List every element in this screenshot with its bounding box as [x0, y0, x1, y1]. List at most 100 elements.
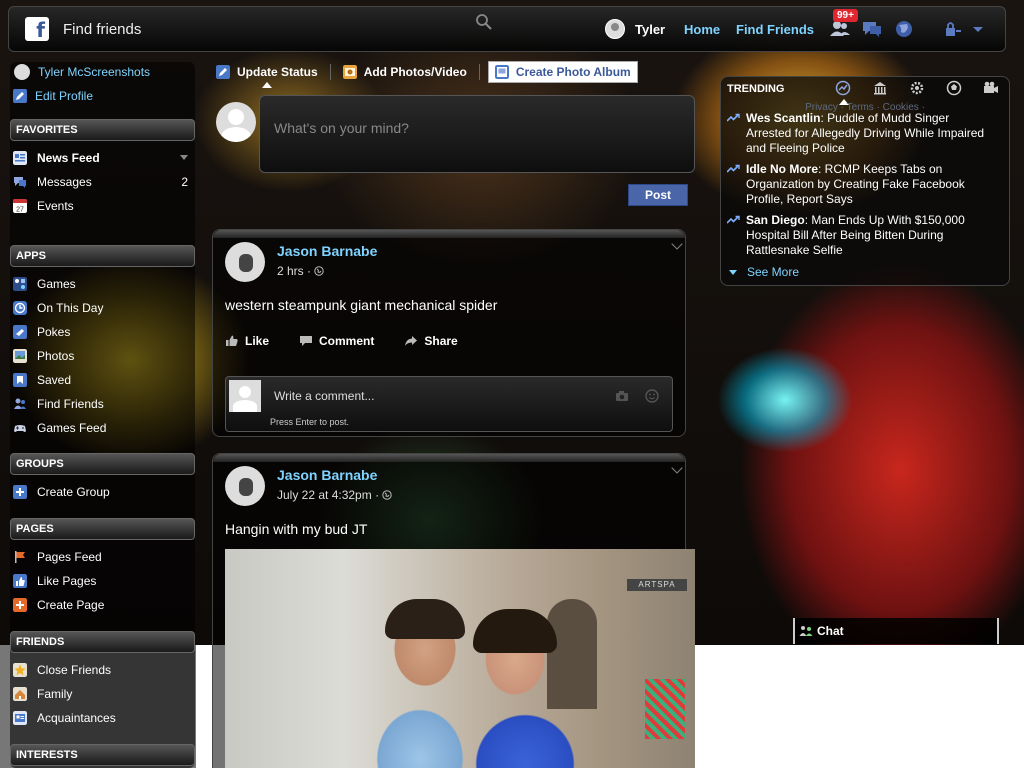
globe-icon — [314, 266, 325, 276]
emoji-icon[interactable] — [645, 389, 659, 403]
like-button[interactable]: Like — [225, 334, 269, 348]
pages-section-header: PAGES — [10, 518, 195, 540]
post-author[interactable]: Jason Barnabe — [277, 243, 377, 259]
sidebar-item-on-this-day[interactable]: On This Day — [10, 299, 195, 317]
sidebar-item-family[interactable]: Family — [10, 685, 195, 703]
feed-post: Jason Barnabe July 22 at 4:32pm · Hangin… — [212, 453, 695, 768]
sidebar-item-find-friends[interactable]: Find Friends — [10, 395, 195, 413]
pencil-icon — [13, 89, 27, 103]
chat-label: Chat — [817, 624, 844, 638]
sidebar-item-pokes[interactable]: Pokes — [10, 323, 195, 341]
search-icon[interactable] — [475, 13, 493, 31]
globe-icon[interactable] — [893, 19, 915, 39]
photo-storefront-sign: ARTSPA — [627, 579, 687, 591]
politics-icon[interactable] — [872, 80, 888, 96]
entertainment-camera-icon[interactable] — [983, 80, 999, 96]
notifications-badge: 99+ — [833, 9, 858, 22]
trending-item[interactable]: Wes Scantlin: Puddle of Mudd Singer Arre… — [727, 111, 987, 156]
profile-link[interactable]: Tyler McScreenshots — [10, 62, 195, 82]
sidebar-item-label: Like Pages — [37, 574, 97, 588]
commenter-avatar — [229, 380, 261, 412]
tab-divider — [329, 64, 331, 80]
trending-item[interactable]: San Diego: Man Ends Up With $150,000 Hos… — [727, 213, 987, 258]
tab-add-photos-video[interactable]: Add Photos/Video — [339, 61, 471, 83]
pencil-icon — [216, 65, 230, 79]
author-avatar[interactable] — [225, 466, 265, 506]
user-profile-link[interactable]: Tyler — [605, 19, 665, 39]
sidebar-item-photos[interactable]: Photos — [10, 347, 195, 365]
messages-icon[interactable] — [861, 19, 883, 39]
search-input[interactable] — [63, 20, 463, 38]
sidebar-item-messages[interactable]: Messages 2 — [10, 173, 195, 191]
post-photo[interactable]: ARTSPA — [225, 549, 695, 768]
sidebar-item-events[interactable]: 27 Events — [10, 197, 195, 215]
meta-separator: · — [375, 488, 383, 502]
post-timestamp[interactable]: July 22 at 4:32pm — [277, 488, 372, 502]
chat-bar[interactable]: Chat — [793, 618, 999, 644]
post-button[interactable]: Post — [628, 184, 688, 206]
post-timestamp[interactable]: 2 hrs — [277, 264, 304, 278]
sidebar-item-label: Games Feed — [37, 421, 107, 435]
post-header-bar — [213, 230, 685, 238]
chevron-down-icon[interactable] — [180, 155, 188, 160]
tab-label: Add Photos/Video — [363, 65, 467, 79]
author-avatar[interactable] — [225, 242, 265, 282]
share-button[interactable]: Share — [404, 334, 458, 348]
trending-arrow-icon — [727, 215, 740, 224]
comment-icon — [300, 336, 313, 346]
sidebar-item-saved[interactable]: Saved — [10, 371, 195, 389]
sidebar-item-label: Family — [37, 687, 73, 701]
tab-update-status[interactable]: Update Status — [212, 61, 322, 83]
left-sidebar: Tyler McScreenshots Edit Profile FAVORIT… — [10, 62, 195, 768]
sidebar-item-acquaintances[interactable]: Acquaintances — [10, 709, 195, 727]
sidebar-item-create-group[interactable]: Create Group — [10, 483, 195, 501]
comment-input[interactable] — [274, 389, 594, 403]
sidebar-item-pages-feed[interactable]: Pages Feed — [10, 548, 195, 566]
top-trends-icon[interactable] — [835, 80, 851, 96]
sidebar-item-like-pages[interactable]: Like Pages — [10, 572, 195, 590]
photo-person-right — [473, 609, 557, 653]
post-text: western steampunk giant mechanical spide… — [225, 297, 498, 313]
sidebar-item-create-page[interactable]: Create Page — [10, 596, 195, 614]
edit-profile-link[interactable]: Edit Profile — [10, 89, 93, 103]
science-tech-gear-icon[interactable] — [909, 80, 925, 96]
post-options-chevron-icon[interactable] — [671, 238, 683, 250]
facebook-logo-icon[interactable]: f — [25, 17, 49, 41]
privacy-lock-icon[interactable] — [943, 19, 965, 39]
calendar-icon: 27 — [13, 199, 27, 213]
post-options-chevron-icon[interactable] — [671, 462, 683, 474]
sidebar-item-games-feed[interactable]: Games Feed — [10, 419, 195, 437]
apps-section-header: APPS — [10, 245, 195, 267]
see-more-link[interactable]: See More — [729, 265, 799, 279]
friend-requests-icon[interactable] — [829, 19, 851, 39]
post-text: Hangin with my bud JT — [225, 521, 368, 537]
photos-icon — [13, 349, 27, 363]
sidebar-item-news-feed[interactable]: News Feed — [10, 149, 195, 167]
camera-icon[interactable] — [615, 389, 629, 403]
trending-topic: San Diego — [746, 213, 805, 227]
sidebar-item-close-friends[interactable]: Close Friends — [10, 661, 195, 679]
post-meta: 2 hrs · — [277, 264, 325, 278]
comment-button[interactable]: Comment — [299, 334, 374, 348]
trending-arrow-icon — [727, 113, 740, 122]
trending-category-tabs — [835, 80, 1020, 96]
find-friends-link[interactable]: Find Friends — [736, 22, 814, 37]
sidebar-item-label: Photos — [37, 349, 75, 363]
active-tab-pointer — [262, 82, 272, 88]
trending-item[interactable]: Idle No More: RCMP Keeps Tabs on Organiz… — [727, 162, 987, 207]
star-icon — [13, 663, 27, 677]
tab-create-photo-album[interactable]: Create Photo Album — [487, 61, 638, 83]
games-icon — [13, 277, 27, 291]
post-author[interactable]: Jason Barnabe — [277, 467, 377, 483]
flag-icon — [15, 551, 25, 563]
sports-ball-icon[interactable] — [946, 80, 962, 96]
trending-item-text: Wes Scantlin: Puddle of Mudd Singer Arre… — [746, 111, 987, 156]
search-bar — [49, 13, 509, 45]
status-input[interactable] — [274, 120, 674, 136]
account-menu-chevron-down-icon[interactable] — [967, 19, 989, 39]
sidebar-item-games[interactable]: Games — [10, 275, 195, 293]
see-more-label: See More — [747, 265, 800, 279]
home-link[interactable]: Home — [684, 22, 720, 37]
comment-hint: Press Enter to post. — [270, 417, 350, 427]
feed-post: Jason Barnabe 2 hrs · western steampunk … — [212, 229, 686, 437]
